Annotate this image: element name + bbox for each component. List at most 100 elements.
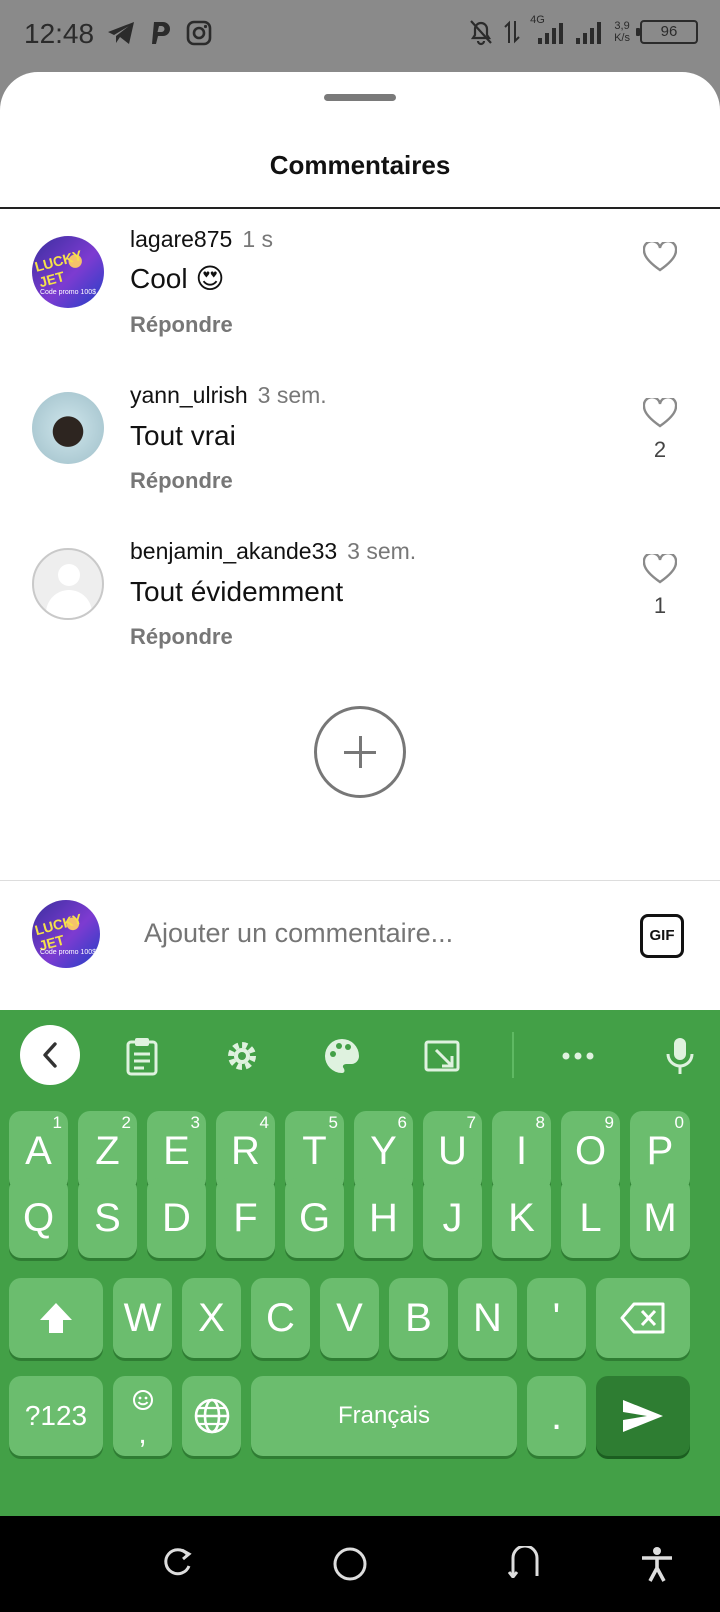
key-n[interactable]: N [458,1278,517,1358]
comment-header: benjamin_akande33 3 sem. [130,538,416,565]
key-c[interactable]: C [251,1278,310,1358]
period-key[interactable]: . [527,1376,586,1456]
toolbar-separator [512,1032,514,1078]
battery-icon: 96 [636,20,698,44]
comment-text: Tout évidemment [130,576,344,607]
back-icon[interactable] [508,1546,542,1578]
comment-item: benjamin_akande33 3 sem. Tout évidemment … [0,534,720,674]
comma-label: , [138,1417,147,1450]
avatar[interactable] [32,548,104,620]
system-icons: 4G 3,9 K/s 96 [468,14,698,46]
key-m[interactable]: M [630,1178,690,1258]
key-l[interactable]: L [561,1178,620,1258]
data-arrows-icon [504,20,520,44]
avatar-placeholder-head [58,564,80,586]
space-key[interactable]: Français [251,1376,517,1456]
avatar-brand-text: LUCKY JET [33,246,84,291]
comment-header: yann_ulrish 3 sem. [130,382,327,409]
comment-input[interactable] [144,918,604,949]
sheet-title: Commentaires [269,150,451,180]
comment-username[interactable]: benjamin_akande33 [130,538,337,564]
key-b[interactable]: B [389,1278,448,1358]
smiley-icon [132,1390,153,1410]
signal-bars-icon [576,22,602,44]
system-nav-bar [0,1516,720,1612]
like-button[interactable]: 2 [642,395,678,463]
comment-input-row: LUCKY JET Code promo 100$ GIF [0,882,720,987]
heart-icon [642,395,678,428]
keyboard-toolbar [0,1010,720,1100]
notification-icons [106,20,212,46]
like-button[interactable]: 1 [642,551,678,619]
load-more-plus-button[interactable] [314,706,406,798]
comment-username[interactable]: yann_ulrish [130,382,248,408]
backspace-icon [620,1302,665,1334]
send-icon [623,1400,663,1432]
comment-time: 1 s [242,226,273,252]
palette-icon[interactable] [322,1036,362,1076]
telegram-icon [108,22,134,44]
avatar[interactable]: LUCKY JET Code promo 100$ [32,236,104,308]
instagram-icon [186,20,212,46]
gear-icon[interactable] [222,1036,262,1076]
key-v[interactable]: V [320,1278,379,1358]
status-time: 12:48 [24,18,95,49]
key-h[interactable]: H [354,1178,413,1258]
drag-handle[interactable] [324,94,396,101]
key-k[interactable]: K [492,1178,551,1258]
accessibility-icon[interactable] [640,1546,674,1582]
comment-username[interactable]: lagare875 [130,226,232,252]
avatar-promo-text: Code promo 100$ [39,949,97,956]
paypal-icon [152,22,170,44]
language-key[interactable] [182,1376,241,1456]
home-icon[interactable] [332,1546,368,1582]
comment-item: LUCKY JET Code promo 100$ lagare875 1 s C… [0,222,720,362]
heart-icon [642,239,678,272]
toolbar-collapse-button[interactable] [20,1025,80,1085]
like-button[interactable] [642,239,678,281]
clipboard-icon[interactable] [122,1036,162,1076]
key-q[interactable]: Q [9,1178,68,1258]
key-w[interactable]: W [113,1278,172,1358]
avatar-placeholder-body [46,590,92,618]
status-bar: 12:48 4G 3,9 K/s 96 [0,0,720,72]
heart-icon [642,551,678,584]
more-options-icon[interactable] [558,1036,598,1076]
reply-button[interactable]: Répondre [130,624,233,650]
comment-header: lagare875 1 s [130,226,273,253]
chevron-left-icon [43,1042,57,1068]
key-apostrophe[interactable]: ' [527,1278,586,1358]
resize-keyboard-icon[interactable] [422,1036,462,1076]
key-g[interactable]: G [285,1178,344,1258]
keyboard: A1 Z2 E3 R4 T5 Y6 U7 I8 O9 P0 Q S D F G … [0,1010,720,1516]
emoji-comma-key[interactable]: , [113,1376,172,1456]
bell-off-icon [470,20,492,46]
comment-time: 3 sem. [347,538,417,564]
key-j[interactable]: J [423,1178,482,1258]
avatar[interactable] [32,392,104,464]
divider [0,207,720,209]
comment-item: yann_ulrish 3 sem. Tout vrai Répondre 2 [0,378,720,518]
network-speed: 3,9 K/s [614,20,630,44]
recent-apps-icon[interactable] [162,1546,194,1578]
comments-sheet: Commentaires LUCKY JET Code promo 100$ l… [0,72,720,1010]
key-x[interactable]: X [182,1278,241,1358]
comment-time: 3 sem. [257,382,327,408]
send-key[interactable] [596,1376,690,1456]
globe-icon [194,1398,229,1434]
key-s[interactable]: S [78,1178,137,1258]
microphone-icon[interactable] [660,1036,700,1076]
reply-button[interactable]: Répondre [130,312,233,338]
avatar-promo-text: Code promo 100$ [39,289,97,296]
gif-button[interactable]: GIF [640,914,684,958]
reply-button[interactable]: Répondre [130,468,233,494]
shift-icon [40,1303,72,1333]
signal-4g-icon: 4G [530,14,564,46]
current-user-avatar: LUCKY JET Code promo 100$ [32,900,100,968]
key-f[interactable]: F [216,1178,275,1258]
backspace-key[interactable] [596,1278,690,1358]
like-count: 1 [653,593,667,618]
key-d[interactable]: D [147,1178,206,1258]
shift-key[interactable] [9,1278,103,1358]
symbols-key[interactable]: ?123 [9,1376,103,1456]
